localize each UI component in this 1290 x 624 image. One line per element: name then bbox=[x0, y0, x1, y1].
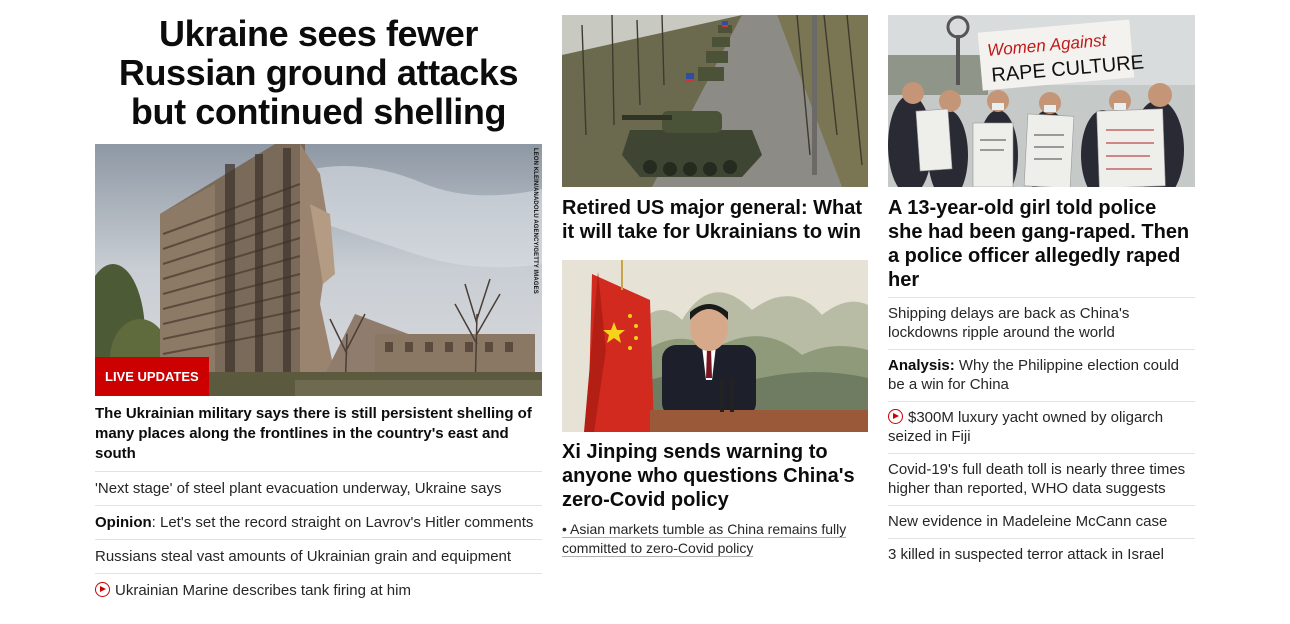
analysis-label: Analysis: bbox=[888, 357, 955, 374]
lead-image[interactable]: LEON KLEIN/ANADOLU AGENCY/GETTY IMAGES L… bbox=[95, 144, 542, 396]
list-item[interactable]: 'Next stage' of steel plant evacuation u… bbox=[95, 472, 542, 506]
play-video-icon bbox=[95, 582, 110, 597]
lead-related-links: 'Next stage' of steel plant evacuation u… bbox=[95, 472, 542, 607]
protest-photo: Women Against RAPE CULTURE bbox=[888, 15, 1195, 187]
protest-image[interactable]: Women Against RAPE CULTURE bbox=[888, 15, 1195, 187]
related-bullet-link[interactable]: • Asian markets tumble as China remains … bbox=[562, 520, 868, 558]
opinion-label: Opinion bbox=[95, 514, 152, 531]
story-headline[interactable]: Retired US major general: What it will t… bbox=[562, 196, 868, 244]
middle-column: Retired US major general: What it will t… bbox=[562, 0, 868, 558]
xi-jinping-image[interactable] bbox=[562, 260, 868, 432]
lead-story-column: Ukraine sees fewer Russian ground attack… bbox=[95, 0, 542, 607]
play-video-icon bbox=[888, 409, 903, 424]
tank-image[interactable] bbox=[562, 15, 868, 187]
list-item[interactable]: Analysis: Why the Philippine election co… bbox=[888, 350, 1195, 402]
right-column: Women Against RAPE CULTURE A 13-year-old… bbox=[888, 0, 1195, 571]
tank-column-photo bbox=[562, 15, 868, 187]
list-item[interactable]: New evidence in Madeleine McCann case bbox=[888, 506, 1195, 539]
list-item[interactable]: 3 killed in suspected terror attack in I… bbox=[888, 539, 1195, 571]
list-item[interactable]: $300M luxury yacht owned by oligarch sei… bbox=[888, 402, 1195, 454]
list-item[interactable]: Ukrainian Marine describes tank firing a… bbox=[95, 574, 542, 607]
live-updates-badge[interactable]: LIVE UPDATES bbox=[95, 357, 209, 396]
story-headline[interactable]: A 13-year-old girl told police she had b… bbox=[888, 196, 1195, 298]
list-item[interactable]: Shipping delays are back as China's lock… bbox=[888, 298, 1195, 350]
list-item[interactable]: Russians steal vast amounts of Ukrainian… bbox=[95, 540, 542, 574]
story-headline[interactable]: Xi Jinping sends warning to anyone who q… bbox=[562, 440, 868, 512]
photo-credit: LEON KLEIN/ANADOLU AGENCY/GETTY IMAGES bbox=[532, 148, 538, 294]
list-item[interactable]: Opinion: Let's set the record straight o… bbox=[95, 506, 542, 540]
lead-subheadline[interactable]: The Ukrainian military says there is sti… bbox=[95, 404, 542, 472]
xi-jinping-photo bbox=[562, 260, 868, 432]
right-related-links: Shipping delays are back as China's lock… bbox=[888, 298, 1195, 571]
lead-headline[interactable]: Ukraine sees fewer Russian ground attack… bbox=[95, 14, 542, 131]
list-item[interactable]: Covid-19's full death toll is nearly thr… bbox=[888, 454, 1195, 506]
